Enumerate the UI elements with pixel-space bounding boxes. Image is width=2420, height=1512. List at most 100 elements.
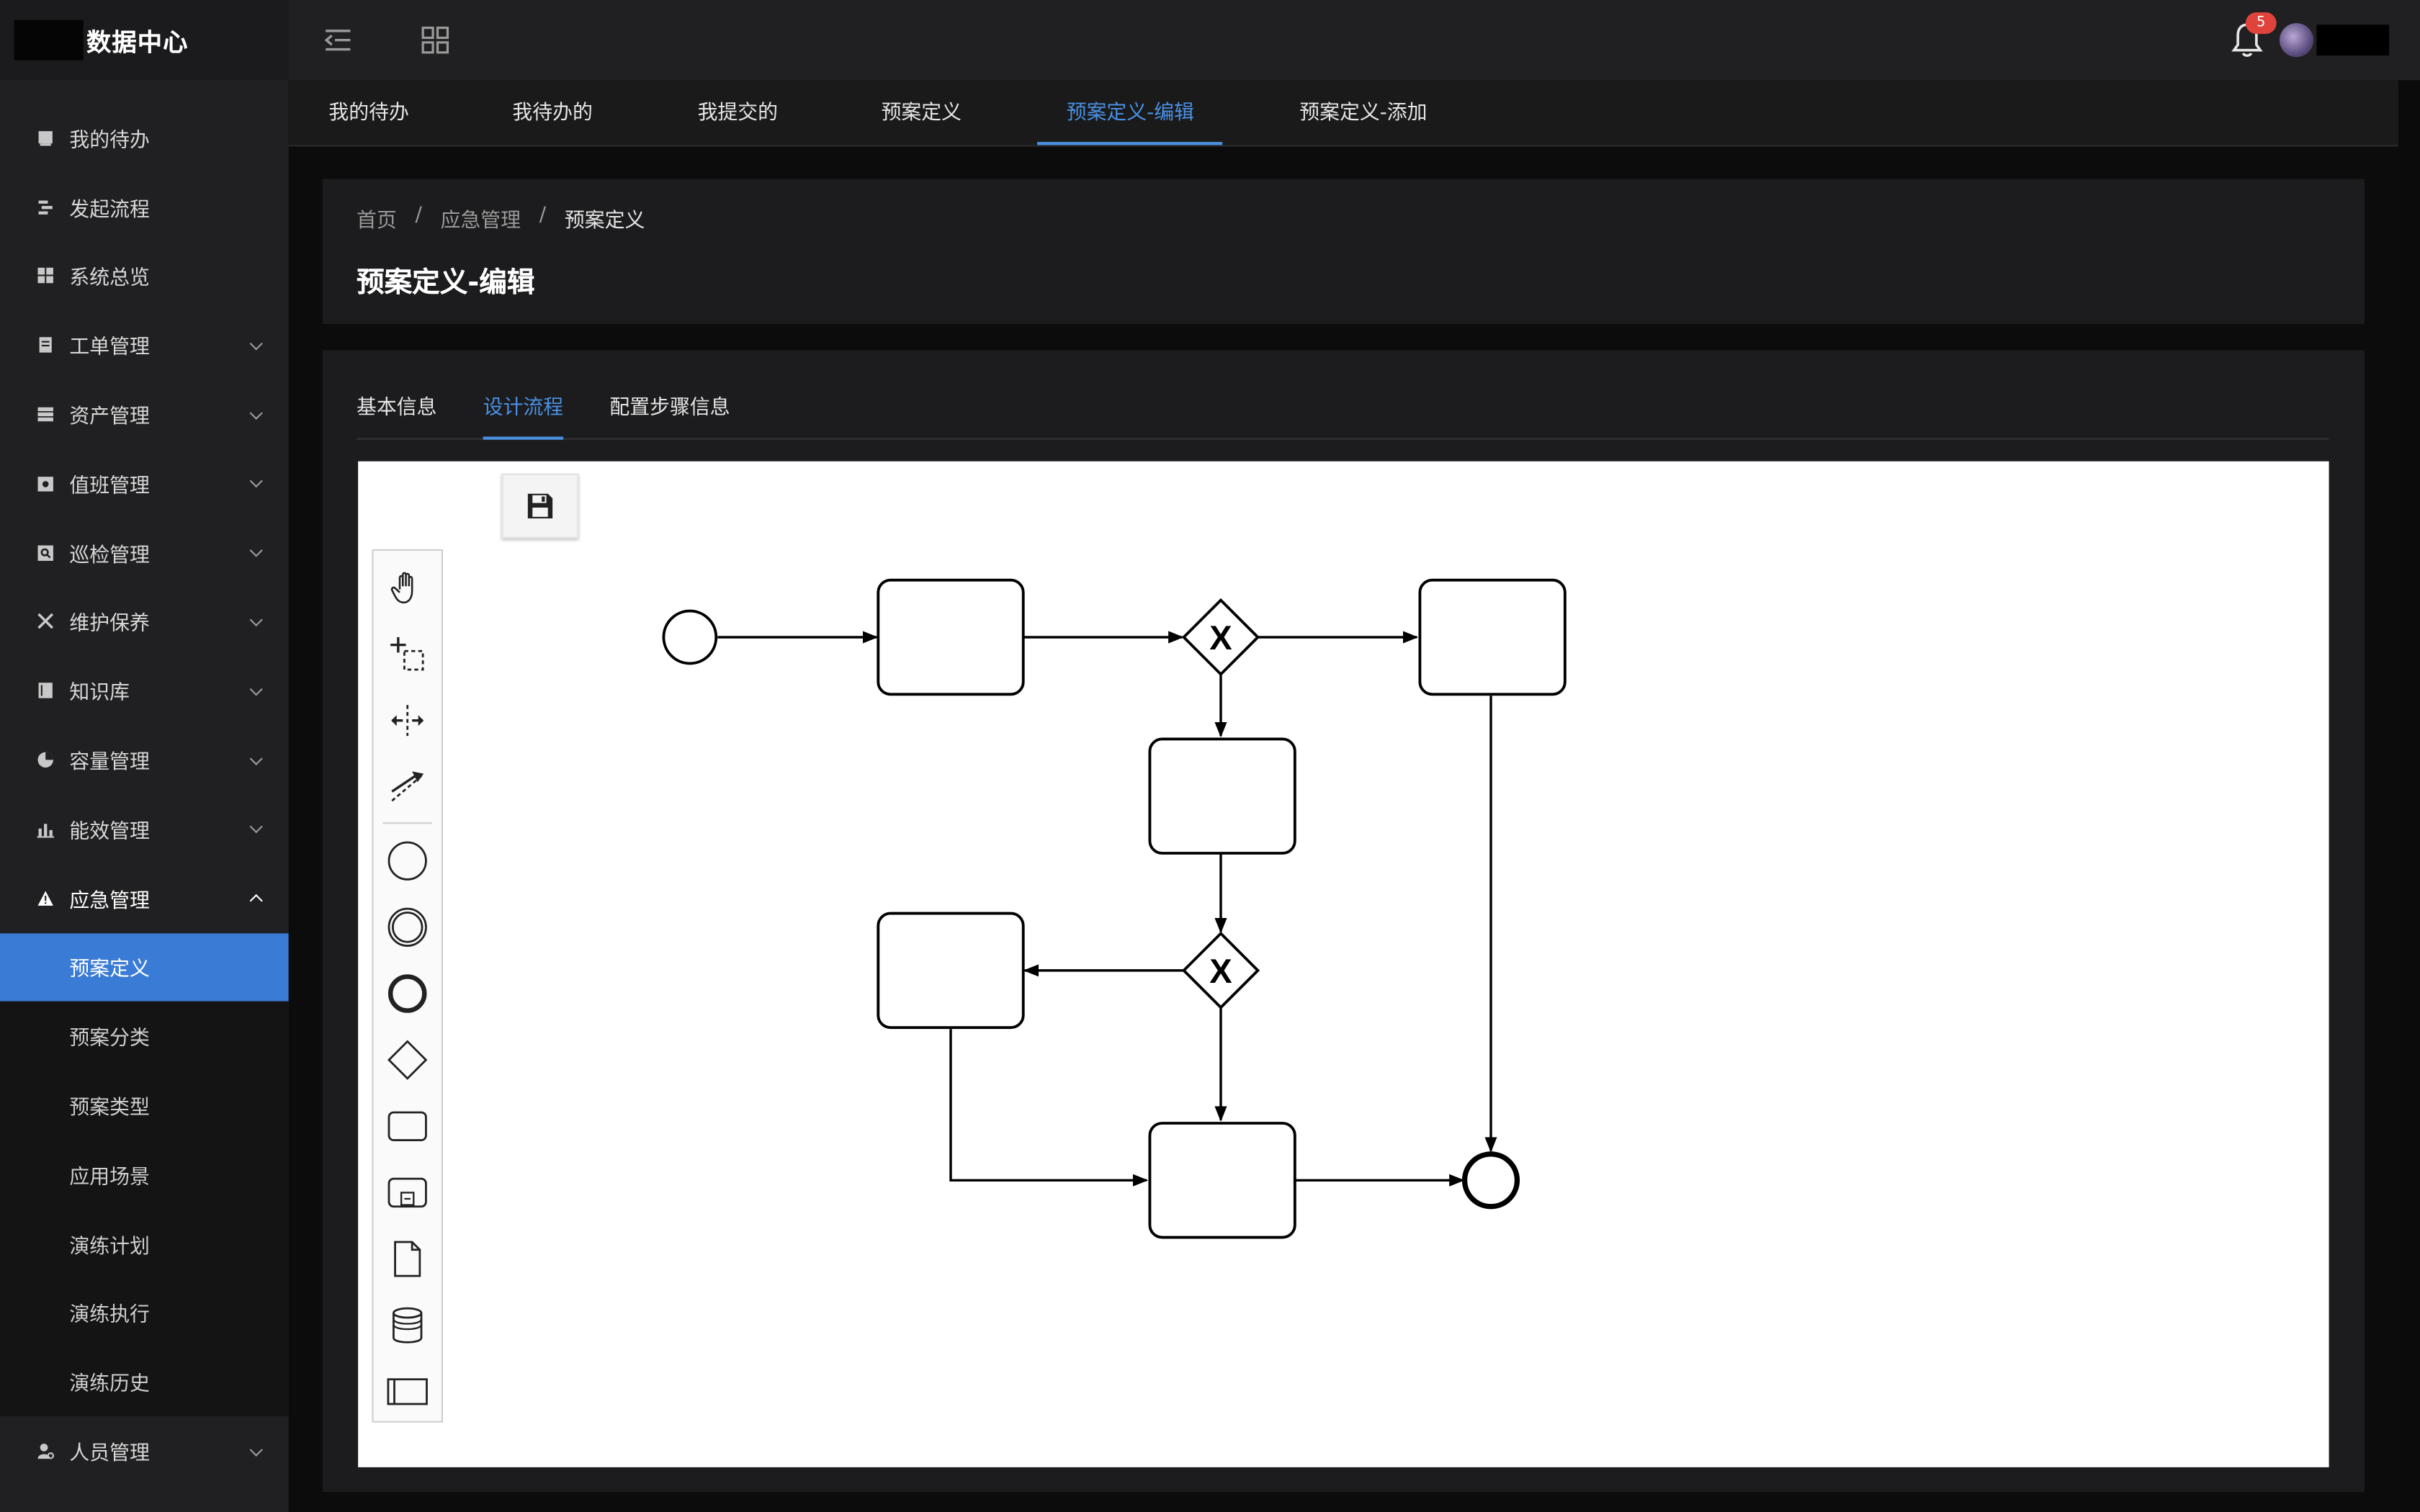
sidebar-item-label: 维护保养 (69, 613, 150, 636)
grid-icon (35, 267, 54, 286)
tab-plan-definition[interactable]: 预案定义 (882, 80, 962, 145)
exclusive-gateway[interactable]: X (1181, 931, 1260, 1010)
sidebar-item-emergency[interactable]: 应急管理 (0, 863, 289, 932)
sidebar-subitem-label: 演练执行 (69, 1304, 150, 1328)
sidebar-item-label: 应急管理 (69, 889, 150, 913)
sidebar-subitem-plan-definition[interactable]: 预案定义 (0, 932, 289, 1002)
collapse-menu-icon[interactable] (321, 23, 355, 57)
warning-icon (35, 889, 54, 908)
tab-my-submitted[interactable]: 我提交的 (698, 80, 778, 145)
sidebar-subitem-drill-execution[interactable]: 演练执行 (0, 1278, 289, 1348)
gateway-marker: X (1209, 618, 1232, 657)
app-title: 数据中心 (86, 27, 189, 58)
calendar-icon (35, 474, 54, 493)
bar-chart-icon (35, 820, 54, 839)
inspect-icon (35, 544, 54, 562)
chevron-up-icon (249, 894, 263, 908)
top-bar: 5 (288, 0, 2420, 81)
sidebar-item-label: 工单管理 (69, 336, 150, 360)
sidebar-item-my-todo[interactable]: 我的待办 (0, 104, 289, 173)
bpmn-diagram: X X (662, 578, 1567, 1239)
page-scrollbar[interactable] (2398, 80, 2420, 1512)
avatar[interactable] (2280, 23, 2314, 58)
username-redacted[interactable] (2316, 24, 2390, 56)
sidebar-item-label: 容量管理 (69, 751, 150, 775)
content-card: 基本信息 设计流程 配置步骤信息 X X (322, 350, 2365, 1493)
sidebar-subitem-label: 应用场景 (69, 1166, 150, 1189)
sidebar-item-label: 人员管理 (69, 1442, 150, 1466)
content-tabs: 基本信息 设计流程 配置步骤信息 (356, 350, 2329, 440)
logo-image-redacted (14, 19, 84, 60)
exclusive-gateway[interactable]: X (1181, 598, 1260, 677)
database-icon (35, 405, 54, 424)
sidebar-item-assets[interactable]: 资产管理 (0, 380, 289, 449)
breadcrumb-parent[interactable]: 应急管理 (441, 204, 521, 233)
sidebar-subitem-label: 预案定义 (69, 958, 150, 982)
sidebar-subitem-label: 预案分类 (69, 1027, 150, 1051)
bpmn-canvas[interactable]: X X (358, 461, 2329, 1467)
sidebar-item-energy[interactable]: 能效管理 (0, 795, 289, 864)
page-title: 预案定义-编辑 (356, 266, 535, 300)
chevron-down-icon (249, 751, 263, 765)
sidebar-item-label: 值班管理 (69, 474, 150, 498)
chevron-down-icon (249, 1442, 263, 1456)
sidebar-subitem-scenario[interactable]: 应用场景 (0, 1140, 289, 1210)
sidebar-subitem-drill-history[interactable]: 演练历史 (0, 1347, 289, 1417)
page-tabs-bar: 我的待办 我待办的 我提交的 预案定义 预案定义-编辑 预案定义-添加 (288, 80, 2398, 147)
gateway-marker: X (1209, 952, 1232, 990)
sidebar-item-maintenance[interactable]: 维护保养 (0, 588, 289, 657)
sidebar-item-label: 能效管理 (69, 820, 150, 844)
tab-my-handled[interactable]: 我待办的 (512, 80, 592, 145)
sidebar-item-capacity[interactable]: 容量管理 (0, 726, 289, 795)
tools-icon (35, 613, 54, 631)
sidebar-item-overview[interactable]: 系统总览 (0, 242, 289, 311)
task[interactable] (877, 912, 1025, 1030)
sidebar-subitem-plan-type[interactable]: 预案类型 (0, 1071, 289, 1140)
sidebar-item-work-orders[interactable]: 工单管理 (0, 311, 289, 380)
breadcrumb-home[interactable]: 首页 (357, 204, 397, 233)
chevron-down-icon (249, 544, 263, 558)
tab-basic-info[interactable]: 基本信息 (357, 390, 436, 420)
task[interactable] (1148, 1122, 1296, 1239)
notification-count-badge: 5 (2245, 12, 2277, 35)
sidebar-subitem-label: 预案类型 (69, 1097, 150, 1120)
sidebar-menu: 我的待办 发起流程 系统总览 工单管理 资产管理 值班管理 巡检管理 维护保养 … (0, 104, 289, 1486)
document-icon (35, 336, 54, 355)
sidebar-item-label: 巡检管理 (69, 544, 150, 567)
tab-my-todo[interactable]: 我的待办 (328, 80, 408, 145)
chevron-down-icon (249, 682, 263, 696)
sidebar-subitem-drill-plan[interactable]: 演练计划 (0, 1209, 289, 1279)
sequence-flows (717, 631, 1497, 1187)
sidebar-item-label: 发起流程 (69, 198, 150, 222)
tab-step-config[interactable]: 配置步骤信息 (609, 390, 730, 420)
task[interactable] (1418, 578, 1567, 696)
breadcrumb-separator: / (415, 203, 422, 227)
sidebar-subitem-label: 演练历史 (69, 1373, 150, 1397)
logo[interactable]: 数据中心 (0, 0, 289, 81)
sidebar-item-inspection[interactable]: 巡检管理 (0, 518, 289, 588)
sidebar-subitem-plan-category[interactable]: 预案分类 (0, 1002, 289, 1071)
tab-plan-definition-add[interactable]: 预案定义-添加 (1299, 80, 1427, 145)
sidebar-item-label: 知识库 (69, 682, 130, 706)
pie-chart-icon (35, 751, 54, 770)
breadcrumb: 首页 / 应急管理 / 预案定义 (357, 204, 645, 233)
sidebar-item-personnel[interactable]: 人员管理 (0, 1416, 289, 1485)
tab-plan-definition-edit[interactable]: 预案定义-编辑 (1037, 80, 1222, 145)
task[interactable] (877, 578, 1025, 696)
apps-grid-icon[interactable] (418, 23, 452, 57)
flow-icon (35, 198, 54, 217)
sidebar-item-knowledge-base[interactable]: 知识库 (0, 657, 289, 726)
chevron-down-icon (249, 474, 263, 489)
breadcrumb-separator: / (539, 203, 547, 227)
sidebar-item-label: 系统总览 (69, 267, 150, 291)
sidebar: 数据中心 我的待办 发起流程 系统总览 工单管理 资产管理 值班管理 巡检管理 … (0, 0, 289, 1512)
sidebar-item-label: 资产管理 (69, 405, 150, 429)
page-header: 首页 / 应急管理 / 预案定义 预案定义-编辑 (322, 179, 2365, 324)
tab-design-flow[interactable]: 设计流程 (483, 390, 564, 440)
user-icon (35, 1442, 54, 1461)
sidebar-item-start-process[interactable]: 发起流程 (0, 173, 289, 242)
end-event[interactable] (1461, 1151, 1520, 1210)
start-event[interactable] (662, 609, 718, 665)
task[interactable] (1148, 737, 1296, 855)
sidebar-item-duty[interactable]: 值班管理 (0, 449, 289, 518)
